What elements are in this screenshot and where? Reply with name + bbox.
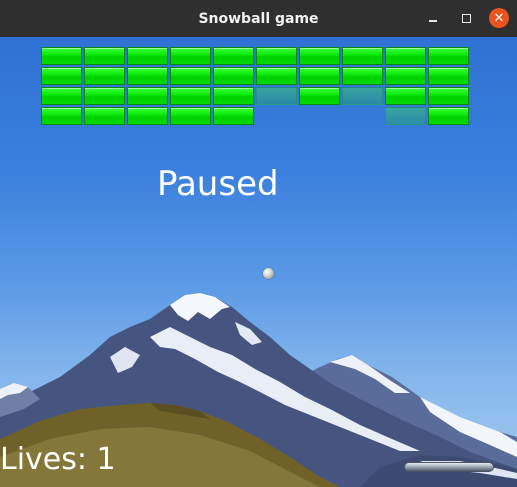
brick bbox=[41, 107, 82, 125]
brick bbox=[213, 67, 254, 85]
close-icon: ✕ bbox=[493, 10, 505, 26]
paused-label: Paused bbox=[157, 164, 279, 204]
close-button[interactable]: ✕ bbox=[489, 8, 509, 28]
brick bbox=[127, 107, 168, 125]
maximize-button[interactable] bbox=[456, 8, 476, 28]
brick bbox=[385, 87, 426, 105]
brick bbox=[84, 107, 125, 125]
ball bbox=[263, 268, 274, 279]
brick bbox=[213, 107, 254, 125]
brick-damaged bbox=[342, 87, 383, 105]
brick bbox=[213, 47, 254, 65]
window-title: Snowball game bbox=[198, 10, 319, 27]
brick bbox=[127, 67, 168, 85]
brick bbox=[256, 47, 297, 65]
brick bbox=[127, 47, 168, 65]
brick bbox=[299, 87, 340, 105]
brick bbox=[299, 67, 340, 85]
brick bbox=[428, 47, 469, 65]
game-window: Snowball game ✕ Paused Lives: 1 bbox=[0, 0, 517, 487]
paddle[interactable] bbox=[404, 462, 494, 472]
brick-damaged bbox=[385, 107, 426, 125]
brick bbox=[256, 67, 297, 85]
minimize-button[interactable] bbox=[423, 8, 443, 28]
minimize-icon bbox=[429, 20, 437, 22]
brick bbox=[84, 47, 125, 65]
brick bbox=[84, 87, 125, 105]
brick-wall bbox=[41, 47, 471, 127]
brick bbox=[170, 67, 211, 85]
brick bbox=[385, 47, 426, 65]
maximize-icon bbox=[461, 13, 471, 23]
brick bbox=[213, 87, 254, 105]
brick bbox=[41, 87, 82, 105]
title-bar[interactable]: Snowball game ✕ bbox=[0, 0, 517, 37]
brick bbox=[342, 67, 383, 85]
brick bbox=[170, 47, 211, 65]
brick bbox=[127, 87, 168, 105]
brick bbox=[342, 47, 383, 65]
brick bbox=[41, 67, 82, 85]
brick bbox=[385, 67, 426, 85]
brick bbox=[299, 47, 340, 65]
brick bbox=[84, 67, 125, 85]
game-area[interactable]: Paused Lives: 1 bbox=[0, 37, 517, 487]
lives-counter: Lives: 1 bbox=[0, 442, 116, 477]
brick bbox=[428, 67, 469, 85]
brick bbox=[428, 107, 469, 125]
brick-damaged bbox=[256, 87, 297, 105]
brick bbox=[41, 47, 82, 65]
brick bbox=[170, 107, 211, 125]
brick bbox=[428, 87, 469, 105]
brick bbox=[170, 87, 211, 105]
